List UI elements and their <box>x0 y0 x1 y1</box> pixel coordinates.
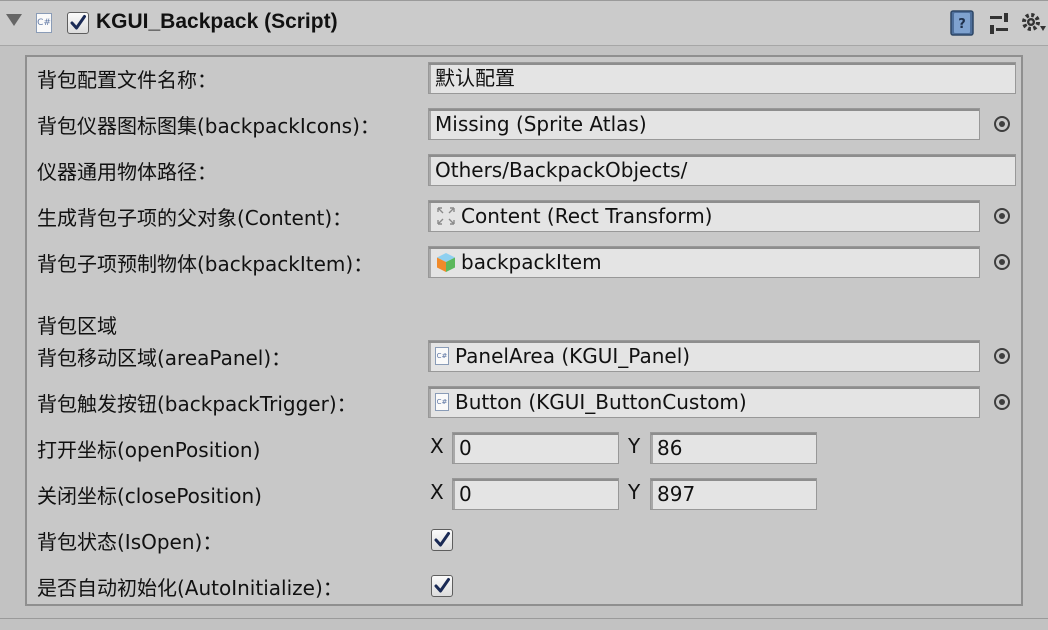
close-x-input[interactable]: 0 <box>452 478 619 510</box>
csharp-script-icon: C# <box>435 346 449 365</box>
object-picker-icon[interactable] <box>994 348 1010 364</box>
icons-atlas-label: 背包仪器图标图集(backpackIcons)： <box>37 114 380 138</box>
trigger-value: Button (KGUI_ButtonCustom) <box>455 390 747 414</box>
icons-atlas-field[interactable]: Missing (Sprite Atlas) <box>428 108 980 140</box>
open-y-value: 86 <box>657 436 683 460</box>
config-name-input[interactable]: 默认配置 <box>428 62 1016 94</box>
auto-init-checkbox[interactable] <box>431 575 453 597</box>
item-prefab-field[interactable]: backpackItem <box>428 246 980 278</box>
auto-init-label: 是否自动初始化(AutoInitialize)： <box>37 576 343 600</box>
trigger-label: 背包触发按钮(backpackTrigger)： <box>37 392 357 416</box>
close-x-label: X <box>430 480 444 504</box>
objects-path-value: Others/BackpackObjects/ <box>435 158 688 182</box>
component-enabled-checkbox[interactable] <box>67 12 89 34</box>
component-title: KGUI_Backpack (Script) <box>96 10 338 33</box>
object-picker-icon[interactable] <box>994 394 1010 410</box>
icons-atlas-value: Missing (Sprite Atlas) <box>435 112 647 136</box>
area-panel-field[interactable]: C# PanelArea (KGUI_Panel) <box>428 340 980 372</box>
close-position-label: 关闭坐标(closePosition) <box>37 484 262 508</box>
objects-path-input[interactable]: Others/BackpackObjects/ <box>428 154 1016 186</box>
help-book-icon[interactable]: ? <box>950 10 974 36</box>
content-label: 生成背包子项的父对象(Content)： <box>37 206 353 230</box>
rect-transform-icon <box>437 206 455 225</box>
svg-text:?: ? <box>958 17 966 32</box>
open-y-label: Y <box>628 434 641 458</box>
config-name-label: 背包配置文件名称： <box>37 68 217 92</box>
is-open-checkbox[interactable] <box>431 529 453 551</box>
area-panel-label: 背包移动区域(areaPanel)： <box>37 346 292 370</box>
close-y-value: 897 <box>657 482 696 506</box>
open-y-input[interactable]: 86 <box>650 432 817 464</box>
section-title: 背包区域 <box>37 314 117 338</box>
area-panel-value: PanelArea (KGUI_Panel) <box>455 344 691 368</box>
open-x-value: 0 <box>459 436 472 460</box>
object-picker-icon[interactable] <box>994 116 1010 132</box>
open-x-input[interactable]: 0 <box>452 432 619 464</box>
checkmark-icon <box>70 15 86 30</box>
prefab-cube-icon <box>437 252 455 272</box>
is-open-label: 背包状态(IsOpen)： <box>37 530 223 554</box>
object-picker-icon[interactable] <box>994 208 1010 224</box>
object-picker-icon[interactable] <box>994 254 1010 270</box>
checkmark-icon <box>434 532 450 547</box>
content-value: Content (Rect Transform) <box>461 204 713 228</box>
checkmark-icon <box>434 578 450 593</box>
close-x-value: 0 <box>459 482 472 506</box>
foldout-arrow-icon[interactable] <box>6 14 22 26</box>
settings-gear-icon[interactable] <box>1020 10 1048 36</box>
presets-icon[interactable] <box>988 10 1012 36</box>
csharp-script-icon: C# <box>36 13 52 33</box>
open-position-label: 打开坐标(openPosition) <box>37 438 261 462</box>
open-x-label: X <box>430 434 444 458</box>
config-name-value: 默认配置 <box>435 66 515 90</box>
close-y-label: Y <box>628 480 641 504</box>
objects-path-label: 仪器通用物体路径： <box>37 160 217 184</box>
content-field[interactable]: Content (Rect Transform) <box>428 200 980 232</box>
component-header: C# KGUI_Backpack (Script) ? <box>0 0 1048 46</box>
item-prefab-label: 背包子项预制物体(backpackItem)： <box>37 252 374 276</box>
csharp-script-icon: C# <box>435 392 449 411</box>
item-prefab-value: backpackItem <box>461 250 602 274</box>
close-y-input[interactable]: 897 <box>650 478 817 510</box>
trigger-field[interactable]: C# Button (KGUI_ButtonCustom) <box>428 386 980 418</box>
divider <box>0 618 1048 619</box>
